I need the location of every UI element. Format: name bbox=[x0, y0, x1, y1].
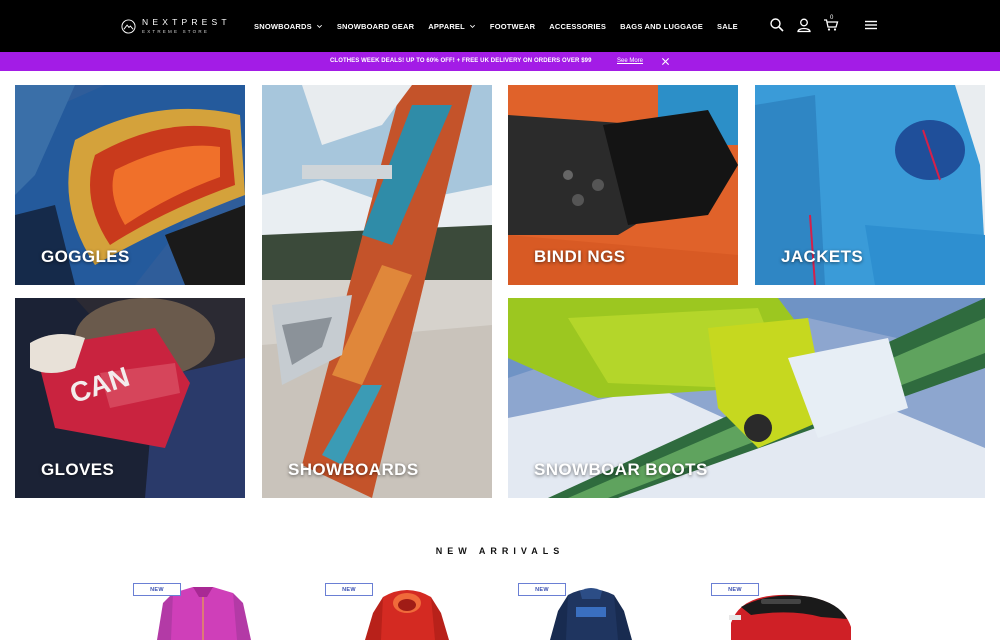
search-icon[interactable] bbox=[769, 17, 785, 33]
category-tile-snowboard-boots[interactable]: SNOWBOAR BOOTS bbox=[508, 298, 985, 498]
nav-item-snowboards[interactable]: SNOWBOARDS bbox=[254, 22, 323, 31]
category-label: SNOWBOAR BOOTS bbox=[534, 460, 708, 479]
category-label: BINDI NGS bbox=[534, 247, 626, 266]
product-card[interactable]: NEW bbox=[711, 583, 901, 640]
new-arrivals-title: NEW ARRIVALS bbox=[435, 546, 565, 556]
nav-item-snowboard-gear[interactable]: SNOWBOARD GEAR bbox=[337, 22, 414, 31]
nav-item-accessories[interactable]: ACCESSORIES bbox=[549, 22, 606, 31]
nav-item-apparel[interactable]: APPAREL bbox=[428, 22, 476, 31]
new-badge: NEW bbox=[325, 583, 373, 596]
category-tile-bindings[interactable]: BINDI NGS bbox=[508, 85, 738, 285]
chevron-down-icon bbox=[316, 24, 322, 28]
nav-label: FOOTWEAR bbox=[489, 21, 536, 31]
category-label: JACKETS bbox=[781, 247, 864, 266]
logo-name: NEXTPREST bbox=[142, 17, 231, 27]
category-label: GLOVES bbox=[41, 460, 115, 479]
nav-label: APPAREL bbox=[428, 21, 465, 31]
category-tile-showboards[interactable]: SHOWBOARDS bbox=[262, 85, 492, 498]
category-tile-jackets[interactable]: JACKETS bbox=[755, 85, 985, 285]
nav-item-footwear[interactable]: FOOTWEAR bbox=[490, 22, 535, 31]
category-label: SHOWBOARDS bbox=[288, 460, 419, 479]
category-tile-gloves[interactable]: CAN GLOVES bbox=[15, 298, 245, 498]
menu-icon[interactable] bbox=[863, 17, 879, 33]
cart-count: 0 bbox=[830, 15, 834, 21]
snowboard-image bbox=[262, 85, 492, 498]
nav-item-sale[interactable]: SALE bbox=[717, 22, 738, 31]
close-icon[interactable] bbox=[661, 57, 670, 66]
main-nav: SNOWBOARDS SNOWBOARD GEAR APPAREL FOOTWE… bbox=[254, 0, 752, 52]
nav-label: ACCESSORIES bbox=[549, 21, 607, 31]
user-icon[interactable] bbox=[796, 17, 812, 33]
new-badge: NEW bbox=[518, 583, 566, 596]
category-tile-goggles[interactable]: GOGGLES bbox=[15, 85, 245, 285]
category-label: GOGGLES bbox=[41, 247, 130, 266]
product-card[interactable]: NEW bbox=[518, 583, 708, 640]
product-card[interactable]: NEW bbox=[325, 583, 515, 640]
nav-label: BAGS AND LUGGAGE bbox=[620, 21, 704, 31]
nav-label: SNOWBOARDS bbox=[254, 21, 312, 31]
new-badge: NEW bbox=[133, 583, 181, 596]
product-card[interactable]: NEW bbox=[133, 583, 323, 640]
site-header: NEXTPREST EXTREME STORE SNOWBOARDS SNOWB… bbox=[0, 0, 1000, 52]
promo-text: CLOTHES WEEK DEALS! UP TO 60% OFF! + FRE… bbox=[330, 58, 592, 64]
promo-bar: CLOTHES WEEK DEALS! UP TO 60% OFF! + FRE… bbox=[0, 52, 1000, 71]
mountain-logo-icon bbox=[121, 18, 136, 34]
new-badge: NEW bbox=[711, 583, 759, 596]
nav-item-bags-and-luggage[interactable]: BAGS AND LUGGAGE bbox=[620, 22, 703, 31]
nav-label: SALE bbox=[717, 21, 738, 31]
logo-tagline: EXTREME STORE bbox=[142, 28, 210, 34]
promo-see-more-link[interactable]: See More bbox=[617, 58, 643, 64]
nav-label: SNOWBOARD GEAR bbox=[336, 21, 415, 31]
logo[interactable]: NEXTPREST EXTREME STORE bbox=[121, 15, 231, 37]
chevron-down-icon bbox=[469, 24, 475, 28]
